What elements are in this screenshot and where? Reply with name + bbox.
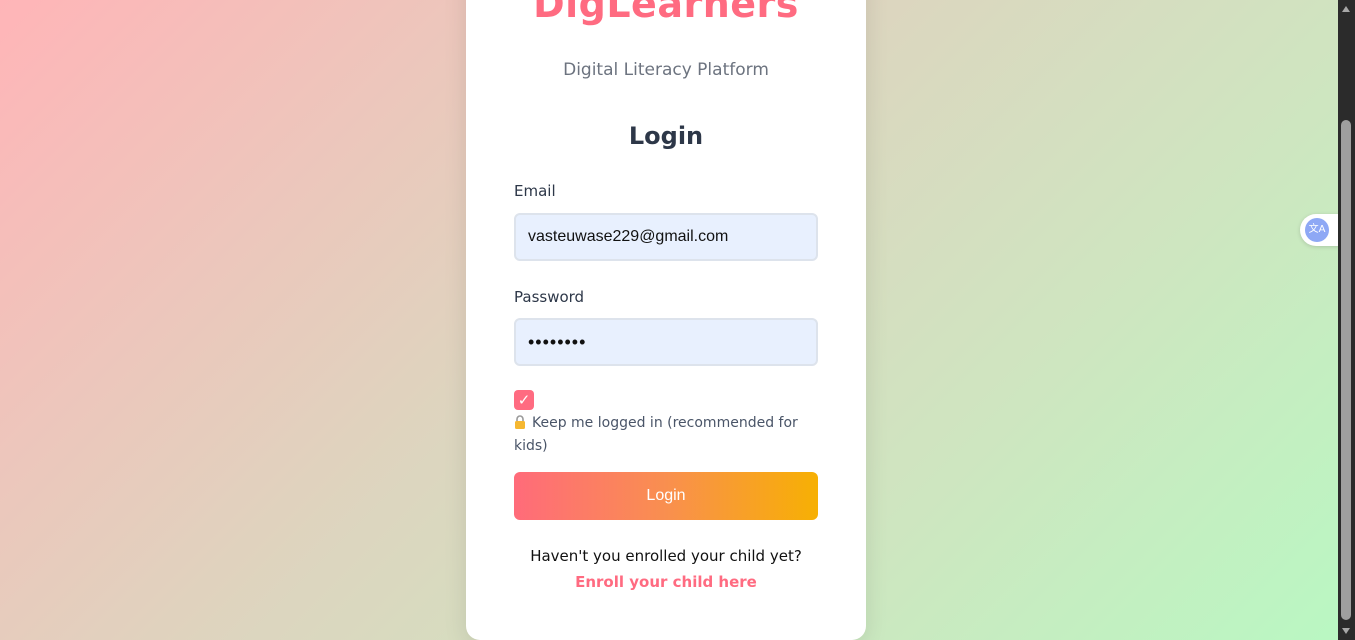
brand-title: DigLearners bbox=[533, 0, 799, 26]
enroll-link[interactable]: Enroll your child here bbox=[466, 573, 866, 591]
translate-icon[interactable]: 文A bbox=[1305, 218, 1329, 242]
lock-icon bbox=[515, 415, 525, 429]
scroll-down-arrow-icon[interactable] bbox=[1342, 628, 1350, 634]
email-label: Email bbox=[514, 182, 556, 200]
password-label: Password bbox=[514, 288, 585, 306]
email-field[interactable] bbox=[514, 213, 818, 261]
brand-tagline: Digital Literacy Platform bbox=[563, 60, 769, 80]
remember-label: Keep me logged in (recommended for kids) bbox=[514, 412, 804, 458]
login-heading: Login bbox=[628, 122, 704, 150]
scrollbar-thumb[interactable] bbox=[1341, 120, 1351, 620]
login-button[interactable]: Login bbox=[514, 472, 818, 520]
enroll-question: Haven't you enrolled your child yet? bbox=[530, 547, 802, 565]
translate-widget[interactable]: 文A bbox=[1300, 214, 1340, 246]
remember-label-text: Keep me logged in (recommended for kids) bbox=[514, 415, 798, 454]
scrollbar[interactable] bbox=[1338, 0, 1355, 640]
remember-checkbox[interactable]: ✓ bbox=[514, 390, 534, 410]
password-field[interactable] bbox=[514, 318, 818, 366]
scroll-up-arrow-icon[interactable] bbox=[1342, 6, 1350, 12]
login-card: DigLearners Digital Literacy Platform Lo… bbox=[466, 0, 866, 640]
